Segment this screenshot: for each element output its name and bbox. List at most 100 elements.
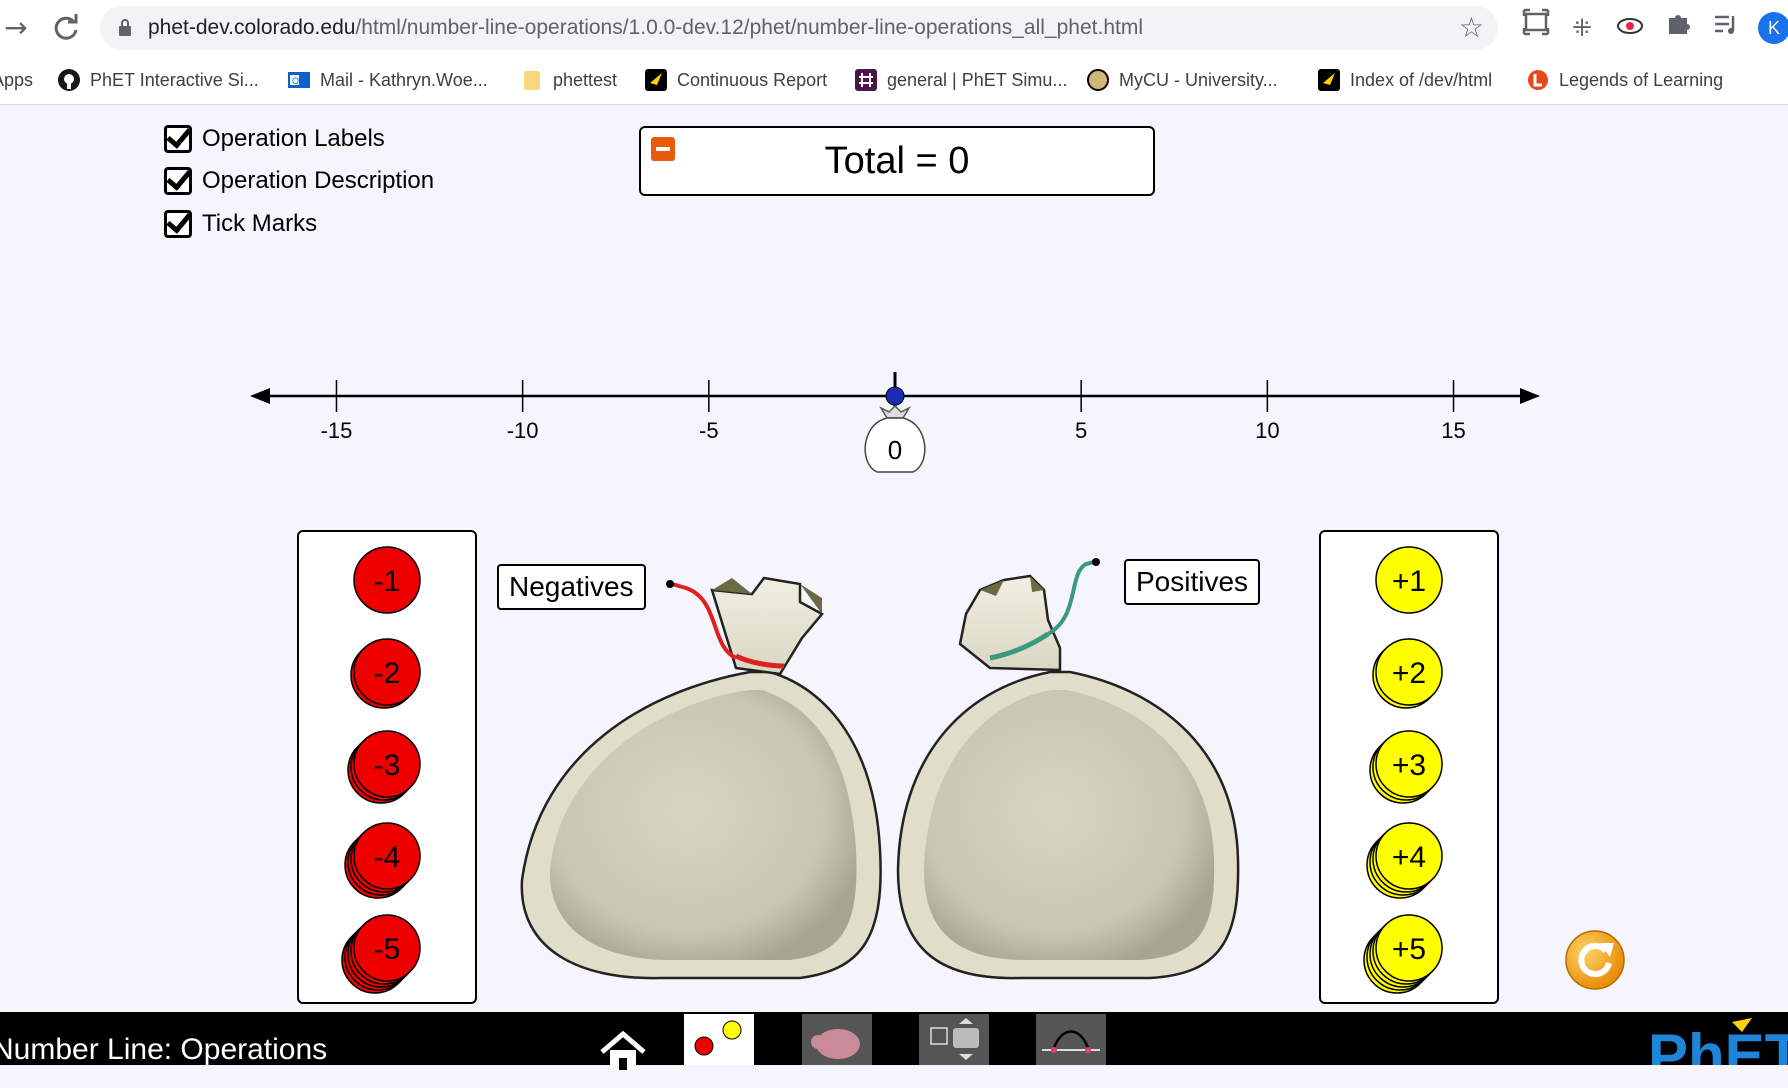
home-icon[interactable] <box>598 1030 648 1070</box>
positive-chip-2[interactable]: +2 <box>1372 638 1443 709</box>
piggy-bank-icon <box>811 1029 860 1059</box>
number-line: -15-10-5051015 0 <box>250 372 1540 473</box>
bookmark-label: Apps <box>0 70 34 90</box>
grid-extension-icon[interactable]: ⁜ <box>1562 8 1602 48</box>
tick-marks-checkbox[interactable]: Tick Marks <box>164 207 317 241</box>
bookmark-label: general | PhET Simu... <box>887 70 1068 90</box>
profile-avatar[interactable]: K <box>1758 12 1788 44</box>
net-worth-screen-button[interactable] <box>802 1014 872 1065</box>
negative-chip-tray: -1 -2 -3 -4 -5 <box>297 530 477 1004</box>
chip-label: -5 <box>374 933 401 966</box>
checkbox-label: Operation Labels <box>202 125 385 152</box>
point-value-label: 0 <box>888 435 902 465</box>
point-value-bag: 0 <box>864 404 926 473</box>
number-line-point[interactable] <box>885 386 905 406</box>
puzzle-extension-icon[interactable] <box>1658 8 1698 48</box>
chip-label: +2 <box>1392 657 1426 690</box>
checkbox-checked-icon <box>164 125 192 153</box>
chip-label: +1 <box>1392 565 1426 598</box>
bookmark-mail[interactable]: O Mail - Kathryn.Woe... <box>288 56 488 104</box>
bookmark-apps[interactable]: Apps <box>0 56 33 104</box>
positives-label: Positives <box>1124 559 1261 605</box>
positive-chip-4[interactable]: +4 <box>1366 822 1443 899</box>
positive-chips: +1 +2 +3 +4 +5 <box>1363 546 1443 994</box>
negative-chip-4[interactable]: -4 <box>344 822 421 899</box>
checkbox-label: Operation Description <box>202 167 435 194</box>
reading-list-icon[interactable] <box>1706 8 1746 48</box>
bookmark-phet-github[interactable]: PhET Interactive Si... <box>58 56 259 104</box>
chip-label: -1 <box>374 565 401 598</box>
generic-screen-button[interactable] <box>919 1014 989 1065</box>
eye-extension-icon[interactable] <box>1610 8 1650 48</box>
positive-chip-1[interactable]: +1 <box>1375 546 1443 614</box>
negatives-bag[interactable] <box>520 576 882 980</box>
chip-label: +5 <box>1392 933 1426 966</box>
url-host: phet-dev.colorado.edu <box>148 16 356 39</box>
phet-icon <box>1318 69 1340 91</box>
bookmark-label: PhET Interactive Si... <box>90 70 259 90</box>
positive-chip-3[interactable]: +3 <box>1369 730 1443 804</box>
phet-logo[interactable]: PhET <box>1646 1018 1788 1065</box>
bookmark-slack[interactable]: general | PhET Simu... <box>855 56 1067 104</box>
bookmark-star-icon[interactable]: ☆ <box>1459 10 1484 46</box>
bookmarks-bar: Apps PhET Interactive Si... O Mail - Kat… <box>0 56 1788 105</box>
negative-chips: -1 -2 -3 -4 -5 <box>341 546 421 994</box>
bags-area <box>520 558 1240 980</box>
url-text: phet-dev.colorado.edu/html/number-line-o… <box>148 6 1143 50</box>
total-readout: Total = 0 <box>824 140 970 182</box>
checkbox-label: Tick Marks <box>202 210 318 237</box>
right-arrow-head <box>1520 388 1540 404</box>
bookmark-mycu[interactable]: MyCU - University... <box>1087 56 1278 104</box>
cu-icon <box>1087 69 1109 91</box>
outlook-icon: O <box>288 72 310 88</box>
negative-chip-5[interactable]: -5 <box>341 914 421 994</box>
tick-label: 10 <box>1255 418 1279 443</box>
forward-arrow-icon[interactable]: → <box>0 8 36 48</box>
negative-chip-3[interactable]: -3 <box>347 730 421 804</box>
reset-all-button[interactable] <box>1564 929 1626 991</box>
bookmark-continuous-report[interactable]: Continuous Report <box>645 56 827 104</box>
tick-label: 15 <box>1441 418 1465 443</box>
sim-title: Number Line: Operations <box>0 1033 328 1066</box>
bookmark-label: Mail - Kathryn.Woe... <box>320 70 488 90</box>
bookmark-index-dev[interactable]: Index of /dev/html <box>1318 56 1492 104</box>
legends-icon <box>1528 70 1548 90</box>
svg-text:O: O <box>292 76 299 86</box>
slack-icon <box>855 69 877 91</box>
reload-icon[interactable] <box>46 8 86 48</box>
bookmark-label: phettest <box>553 70 618 90</box>
chip-label: -3 <box>374 749 401 782</box>
address-bar[interactable]: phet-dev.colorado.edu/html/number-line-o… <box>100 6 1498 50</box>
bookmark-label: MyCU - University... <box>1119 70 1278 90</box>
operation-labels-checkbox[interactable]: Operation Labels <box>164 122 385 156</box>
chips-screen-icon <box>694 1020 742 1056</box>
operation-description-checkbox[interactable]: Operation Description <box>164 164 434 198</box>
bookmark-legends[interactable]: Legends of Learning <box>1527 56 1723 104</box>
tick-label: -5 <box>699 418 719 443</box>
bookmark-label: Legends of Learning <box>1559 70 1724 90</box>
lock-icon <box>119 19 131 36</box>
folder-icon <box>524 71 540 90</box>
bookmark-label: Index of /dev/html <box>1350 70 1493 90</box>
sim-navigation-bar: Number Line: Operations PhET <box>0 1012 1788 1070</box>
bookmark-label: Continuous Report <box>677 70 828 90</box>
chips-screen-button[interactable] <box>684 1014 754 1065</box>
negative-chip-1[interactable]: -1 <box>353 546 421 614</box>
negatives-label: Negatives <box>497 564 646 610</box>
generic-screen-icon <box>930 1018 979 1060</box>
phet-icon <box>645 69 667 91</box>
screen-capture-icon[interactable] <box>1516 8 1556 48</box>
positive-chip-5[interactable]: +5 <box>1363 914 1443 994</box>
left-arrow-head <box>250 388 270 404</box>
operations-screen-button[interactable] <box>1036 1014 1106 1065</box>
chip-label: -2 <box>374 657 401 690</box>
url-path: /html/number-line-operations/1.0.0-dev.1… <box>355 16 1143 39</box>
reload-icon-svg <box>54 14 78 40</box>
negative-chip-2[interactable]: -2 <box>350 638 421 709</box>
bookmark-phettest[interactable]: phettest <box>521 56 617 104</box>
github-icon <box>58 69 80 91</box>
chip-label: -4 <box>374 841 401 874</box>
tick-label: 5 <box>1075 418 1087 443</box>
positives-bag[interactable] <box>896 558 1240 980</box>
checkbox-checked-icon <box>164 210 192 238</box>
